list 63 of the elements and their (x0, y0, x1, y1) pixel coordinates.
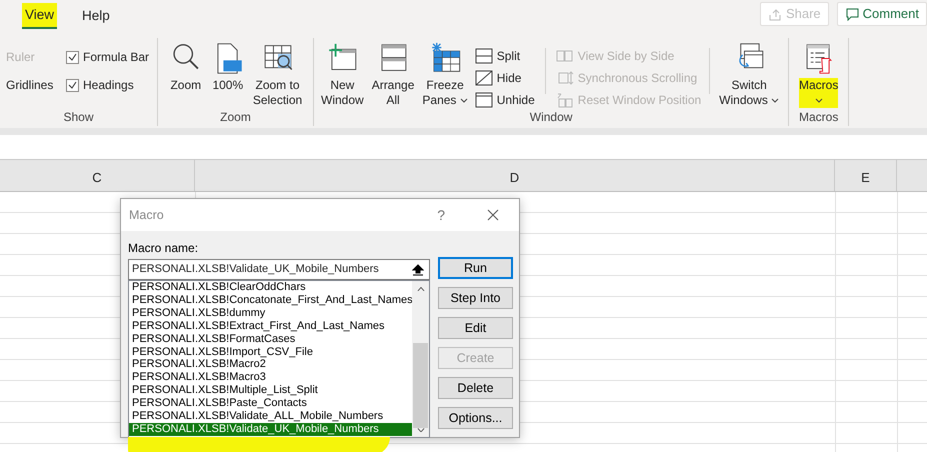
help-button[interactable]: ? (437, 204, 445, 226)
scroll-up-icon (416, 287, 424, 292)
up-arrow-icon (412, 264, 424, 276)
ribbon-button[interactable]: Zoom to Selection (250, 42, 306, 108)
side-by-side-icon (556, 48, 574, 64)
list-item[interactable]: PERSONALI.XLSB!Concatonate_First_And_Last_Names (129, 294, 412, 307)
dialog-title: Macro (129, 206, 164, 224)
ribbon-button[interactable]: Hide (472, 67, 537, 89)
share-icon (768, 7, 782, 21)
sync-scroll-icon (556, 70, 574, 86)
list-item[interactable]: PERSONALI.XLSB!Validate_UK_Mobile_Numbers (129, 422, 412, 436)
ribbon-button[interactable]: Split (472, 45, 537, 67)
ribbon-button[interactable]: Arrange All (368, 42, 418, 108)
group-label: Window (530, 109, 572, 126)
scrollbar[interactable] (412, 281, 429, 437)
list-item[interactable]: PERSONALI.XLSB!Macro3 (129, 371, 412, 384)
caret-icon (814, 98, 823, 104)
split-icon (474, 48, 493, 64)
list-item[interactable]: PERSONALI.XLSB!Import_CSV_File (129, 346, 412, 358)
ribbon-button[interactable]: Unhide (472, 89, 537, 111)
ribbon-button[interactable]: New Window (318, 42, 367, 108)
dialog-button[interactable]: Edit (438, 317, 513, 339)
ribbon-button[interactable]: Macros (796, 42, 842, 108)
column-header[interactable]: E (835, 160, 897, 191)
list-item[interactable]: PERSONALI.XLSB!Validate_ALL_Mobile_Numbers (129, 410, 412, 423)
ribbon-tab[interactable]: View (22, 2, 58, 30)
list-item[interactable]: PERSONALI.XLSB!Multiple_List_Split (129, 384, 412, 398)
ribbon-tab[interactable]: Help (79, 4, 113, 28)
checkbox-option[interactable]: Formula Bar (64, 46, 157, 68)
group-label: Zoom (220, 109, 251, 126)
list-item[interactable]: PERSONALI.XLSB!Extract_First_And_Last_Names (129, 320, 412, 333)
dialog-button[interactable]: Delete (438, 377, 513, 399)
field-label: Macro name: (128, 240, 200, 257)
comment-icon (844, 7, 859, 21)
ribbon-button[interactable]: Zoom (166, 42, 206, 108)
check-icon (68, 81, 77, 89)
check-icon (68, 53, 77, 61)
reset-position-icon (556, 92, 574, 108)
list-item[interactable]: PERSONALI.XLSB!FormatCases (129, 332, 412, 346)
dialog-button[interactable]: Run (438, 257, 513, 279)
close-icon (487, 209, 499, 222)
list-item[interactable]: PERSONALI.XLSB!Macro2 (129, 358, 412, 372)
comment-button[interactable]: Comment (836, 2, 927, 26)
scroll-down-icon (416, 428, 424, 432)
ribbon-button[interactable]: Freeze Panes (419, 42, 471, 108)
checkbox-option[interactable]: Gridlines (0, 74, 62, 96)
caret-icon (771, 98, 780, 104)
ribbon-button[interactable]: Switch Windows (716, 42, 782, 108)
list-item[interactable]: PERSONALI.XLSB!ClearOddChars (129, 281, 412, 294)
group-label: Macros (799, 109, 838, 126)
group-label: Show (63, 109, 94, 126)
hide-icon (474, 70, 493, 86)
list-item[interactable]: PERSONALI.XLSB!Paste_Contacts (129, 397, 412, 410)
macro-name-field[interactable]: PERSONALI.XLSB!Validate_UK_Mobile_Numbers (128, 259, 430, 280)
dialog-button[interactable]: Step Into (438, 287, 513, 309)
checkbox-option[interactable]: Headings (64, 74, 157, 96)
dialog-button[interactable]: Options... (438, 407, 513, 429)
ribbon-button[interactable]: 100% (208, 42, 248, 108)
list-item[interactable]: PERSONALI.XLSB!dummy (129, 306, 412, 320)
column-header[interactable]: D (195, 160, 835, 191)
column-header[interactable]: C (0, 160, 195, 191)
unhide-icon (474, 92, 493, 108)
caret-icon (460, 98, 468, 104)
